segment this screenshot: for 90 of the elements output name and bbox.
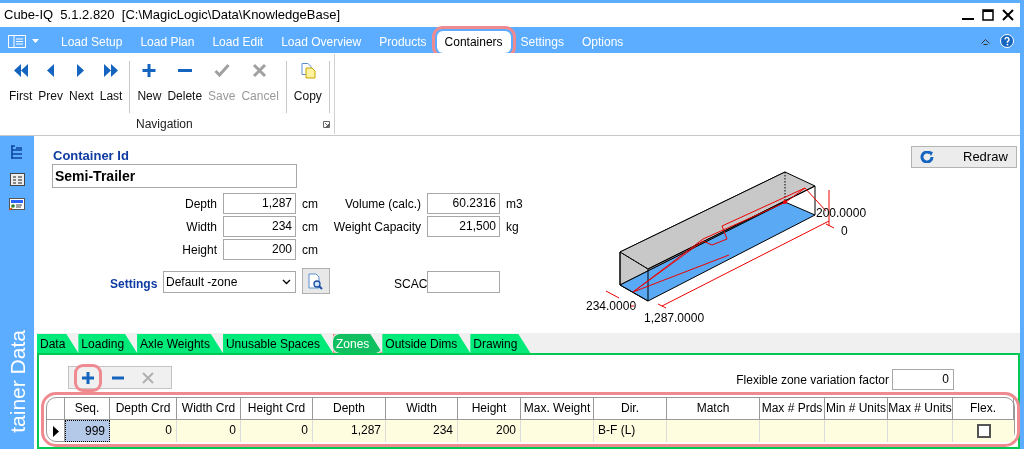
table-cell: 0 (241, 420, 313, 442)
documents-icon (299, 63, 316, 79)
unit-label: cm (302, 241, 318, 259)
minus-icon (177, 69, 192, 72)
checkbox[interactable] (976, 424, 991, 438)
field-label: Width (185, 218, 217, 236)
table-cell: 0 (110, 420, 177, 442)
group-label: Navigation (136, 116, 193, 133)
field-label: Weight Capacity (332, 218, 421, 236)
x-icon (141, 370, 155, 385)
plus-icon (81, 370, 95, 385)
toolbar-button[interactable]: New (134, 61, 165, 111)
value-field[interactable]: 21,500 (427, 216, 500, 237)
column-header[interactable]: Flex. (953, 398, 1014, 419)
column-header[interactable]: Height Crd (241, 398, 313, 419)
unit-label: m3 (506, 195, 523, 213)
preview-button[interactable] (302, 268, 330, 294)
unit-label: cm (302, 195, 318, 213)
value-field[interactable]: 60.2316 (427, 193, 500, 214)
dimension-field[interactable]: 1,287 (223, 193, 296, 214)
table-cell (825, 420, 888, 442)
settings-dropdown[interactable]: Default -zone (163, 271, 296, 293)
table-cell: 999 (65, 420, 110, 442)
dimension-label: 234.0000 (586, 299, 637, 313)
plus-icon (141, 63, 158, 79)
column-header[interactable]: Width (386, 398, 458, 419)
unit-label: cm (302, 218, 318, 236)
column-header[interactable]: Max # Prds (760, 398, 825, 419)
column-header[interactable]: Width Crd (177, 398, 241, 419)
field-label: Depth (183, 195, 217, 213)
column-header[interactable]: Seq. (65, 398, 110, 419)
flex-factor-field[interactable]: 0 (892, 369, 954, 390)
toolbar-button[interactable]: Next (66, 61, 97, 111)
scac-field[interactable] (427, 271, 500, 293)
dimension-label: 200.0000 (816, 206, 867, 220)
maximize-icon[interactable] (982, 9, 994, 21)
field-label: Flexible zone variation factor (736, 371, 889, 389)
toolbar-button[interactable]: First (6, 61, 36, 111)
tab[interactable]: Axle Weights (137, 334, 223, 353)
table-cell: 0 (177, 420, 241, 442)
toolbar-button[interactable]: Copy (290, 61, 325, 111)
dimension-field[interactable]: 200 (223, 239, 296, 260)
column-header[interactable]: Depth (313, 398, 386, 419)
column-header[interactable]: Match (667, 398, 760, 419)
help-icon[interactable] (1000, 34, 1014, 48)
column-header[interactable]: Min # Units (825, 398, 888, 419)
field-label: Container Id (53, 147, 129, 165)
tab[interactable]: Data (37, 334, 79, 353)
field-label: Height (181, 241, 217, 259)
double-arrow-right-icon (103, 63, 120, 79)
id-card-icon[interactable] (9, 198, 25, 211)
document-search-icon (308, 272, 324, 290)
column-header[interactable]: Depth Crd (110, 398, 177, 419)
table-cell (760, 420, 825, 442)
toolbar-button[interactable]: Delete (164, 61, 206, 111)
list-icon[interactable] (9, 173, 25, 186)
tab[interactable]: Outside Dims (382, 334, 471, 353)
unit-label: kg (506, 218, 519, 236)
tab[interactable]: Unusable Spaces (222, 334, 333, 353)
tab[interactable]: Loading (78, 334, 138, 353)
sidebar-title: tainer Data (5, 332, 31, 433)
toolbar-button[interactable]: Prev (35, 61, 66, 111)
chevron-down-icon (282, 279, 291, 285)
toolbar-button[interactable]: Last (96, 61, 126, 111)
check-icon (213, 63, 230, 79)
x-icon (252, 63, 269, 79)
column-header[interactable]: Dir. (594, 398, 667, 419)
table-cell: 200 (458, 420, 521, 442)
dimension-label: 0 (841, 224, 848, 238)
dialog-launcher-icon[interactable] (323, 120, 330, 128)
refresh-icon (920, 151, 935, 163)
table-cell: 1,287 (313, 420, 386, 442)
tab[interactable]: Drawing (470, 334, 531, 353)
table-cell: B-F (L) (594, 420, 667, 442)
field-label: SCAC (394, 276, 428, 293)
collapse-icon[interactable] (981, 37, 990, 45)
container-id-field[interactable]: Semi-Trailer (52, 164, 297, 188)
dimension-field[interactable]: 234 (223, 216, 296, 237)
redraw-button[interactable]: Redraw (911, 146, 1017, 168)
dimension-label: 1,287.0000 (644, 311, 705, 325)
settings-label: Settings (110, 276, 158, 293)
column-header[interactable]: Max # Units (888, 398, 953, 419)
column-header[interactable]: Max. Weight (521, 398, 594, 419)
window-title: Cube-IQ 5.1.2.820 [C:\MagicLogic\Data\KnowledgeBase] (4, 6, 341, 25)
table-cell: 234 (386, 420, 458, 442)
double-arrow-left-icon (12, 63, 29, 79)
column-header[interactable]: Height (458, 398, 521, 419)
close-icon[interactable] (1002, 9, 1014, 21)
tree-list-icon[interactable] (10, 145, 24, 161)
field-label: Volume (calc.) (343, 195, 421, 213)
